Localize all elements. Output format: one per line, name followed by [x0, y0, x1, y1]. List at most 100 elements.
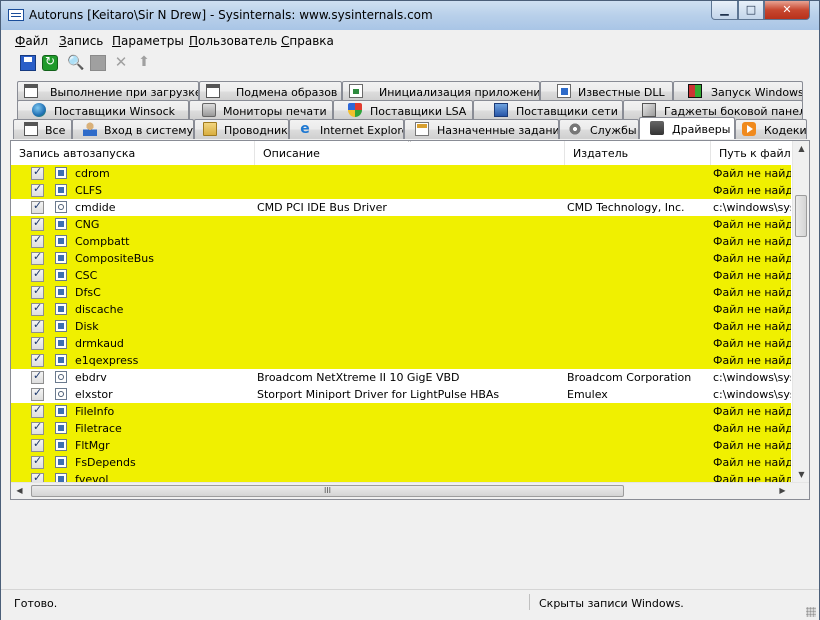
menu-user[interactable]: Пользователь [189, 34, 277, 48]
entry-name-cell: DfsC [75, 286, 101, 299]
table-row[interactable]: drmkaud Файл не найден [11, 335, 791, 352]
close-button[interactable]: ✕ [764, 1, 810, 20]
globe-icon [32, 103, 46, 117]
table-row[interactable]: Compbatt Файл не найден [11, 233, 791, 250]
menu-help[interactable]: Справка [281, 34, 334, 48]
enabled-checkbox[interactable] [31, 369, 44, 384]
tab-scheduled-tasks[interactable]: Назначенные задания [404, 119, 559, 139]
entry-name-cell: ebdrv [75, 371, 107, 384]
shield-icon [348, 103, 362, 117]
tab-winsock-providers[interactable]: Поставщики Winsock [17, 100, 189, 120]
tab-services[interactable]: Службы [559, 119, 639, 139]
table-row[interactable]: e1qexpress Файл не найден [11, 352, 791, 369]
tab-everything[interactable]: Все [13, 119, 72, 139]
window-title: Autoruns [Keitaro\Sir N Drew] - Sysinter… [29, 8, 433, 22]
tab-internet-explorer[interactable]: e Internet Explorer [289, 119, 404, 139]
column-header-entry[interactable]: Запись автозапуска [11, 141, 255, 165]
enabled-checkbox[interactable] [31, 199, 44, 214]
entry-name-cell: CSC [75, 269, 98, 282]
table-row[interactable]: cmdide CMD PCI IDE Bus Driver CMD Technolo… [11, 199, 791, 216]
horizontal-scroll-thumb[interactable]: III [31, 485, 624, 497]
enabled-checkbox[interactable] [31, 267, 44, 282]
driver-file-icon [55, 269, 67, 281]
enabled-checkbox[interactable] [31, 216, 44, 231]
publisher-cell: Emulex [567, 388, 608, 401]
tab-print-monitors[interactable]: Мониторы печати [189, 100, 333, 120]
menu-entry[interactable]: Запись [59, 34, 103, 48]
tab-codecs[interactable]: Кодеки [735, 119, 807, 139]
enabled-checkbox[interactable] [31, 335, 44, 350]
column-header-publisher[interactable]: Издатель [565, 141, 711, 165]
table-row[interactable]: CompositeBus Файл не найден [11, 250, 791, 267]
vertical-scroll-thumb[interactable] [795, 195, 807, 237]
enabled-checkbox[interactable] [31, 420, 44, 435]
maximize-button[interactable]: □ [738, 1, 764, 20]
enabled-checkbox[interactable] [31, 437, 44, 452]
vertical-scrollbar[interactable]: ▲ ▼ [792, 141, 809, 484]
path-cell: Файл не найден [713, 218, 791, 231]
scroll-up-button[interactable]: ▲ [794, 141, 809, 157]
scroll-down-button[interactable]: ▼ [794, 467, 809, 483]
enabled-checkbox[interactable] [31, 403, 44, 418]
table-row[interactable]: CLFS Файл не найден [11, 182, 791, 199]
properties-icon[interactable] [90, 55, 106, 71]
driver-file-icon [55, 388, 67, 400]
refresh-icon[interactable] [42, 54, 58, 71]
menu-options[interactable]: Параметры [112, 34, 184, 48]
table-row[interactable]: discache Файл не найден [11, 301, 791, 318]
table-row[interactable]: FileInfo Файл не найден [11, 403, 791, 420]
tab-explorer[interactable]: Проводник [194, 119, 289, 139]
enabled-checkbox[interactable] [31, 352, 44, 367]
resize-grip-icon[interactable] [806, 607, 816, 617]
title-bar[interactable]: Autoruns [Keitaro\Sir N Drew] - Sysinter… [1, 1, 819, 30]
table-row[interactable]: Disk Файл не найден [11, 318, 791, 335]
winlogon-icon [688, 84, 702, 98]
table-row[interactable]: ebdrv Broadcom NetXtreme II 10 GigE VBD Br… [11, 369, 791, 386]
jump-to-icon[interactable]: ⬆ [136, 55, 152, 71]
column-header-path[interactable]: Путь к файлу [711, 141, 791, 165]
enabled-checkbox[interactable] [31, 182, 44, 197]
table-row[interactable]: Filetrace Файл не найден [11, 420, 791, 437]
table-row[interactable]: DfsC Файл не найден [11, 284, 791, 301]
tab-winlogon[interactable]: Запуск Windows [673, 81, 803, 101]
tab-boot-execute[interactable]: Выполнение при загрузке [17, 81, 199, 101]
enabled-checkbox[interactable] [31, 318, 44, 333]
tab-drivers[interactable]: Драйверы [639, 117, 735, 139]
driver-file-icon [55, 252, 67, 264]
horizontal-scrollbar[interactable]: ◀ III ▶ [11, 482, 809, 499]
table-row[interactable]: CNG Файл не найден [11, 216, 791, 233]
scroll-left-button[interactable]: ◀ [12, 483, 27, 499]
entry-name-cell: drmkaud [75, 337, 124, 350]
table-row[interactable]: CSC Файл не найден [11, 267, 791, 284]
enabled-checkbox[interactable] [31, 284, 44, 299]
driver-file-icon [55, 303, 67, 315]
tab-image-hijacks[interactable]: Подмена образов [199, 81, 342, 101]
path-cell: c:\windows\system32 [713, 201, 791, 214]
minimize-button[interactable]: ▁ [711, 1, 738, 20]
enabled-checkbox[interactable] [31, 165, 44, 180]
menu-file[interactable]: Файл [15, 34, 48, 48]
find-icon[interactable]: 🔍 [67, 55, 84, 71]
tab-label: Известные DLL [578, 86, 665, 99]
tab-logon[interactable]: Вход в систему [72, 119, 194, 139]
tab-known-dlls[interactable]: Известные DLL [540, 81, 673, 101]
table-row[interactable]: elxstor Storport Miniport Driver for Ligh… [11, 386, 791, 403]
enabled-checkbox[interactable] [31, 233, 44, 248]
enabled-checkbox[interactable] [31, 386, 44, 401]
enabled-checkbox[interactable] [31, 301, 44, 316]
driver-file-icon [55, 167, 67, 179]
tab-appinit[interactable]: Инициализация приложений [342, 81, 540, 101]
table-row[interactable]: FltMgr Файл не найден [11, 437, 791, 454]
save-icon[interactable] [20, 55, 36, 71]
tab-network-providers[interactable]: Поставщики сети [473, 100, 623, 120]
tab-lsa-providers[interactable]: Поставщики LSA [333, 100, 473, 120]
delete-icon[interactable]: ✕ [113, 55, 129, 71]
publisher-cell: Broadcom Corporation [567, 371, 692, 384]
enabled-checkbox[interactable] [31, 250, 44, 265]
table-row[interactable]: cdrom Файл не найден [11, 165, 791, 182]
table-row[interactable]: FsDepends Файл не найден [11, 454, 791, 471]
scroll-right-button[interactable]: ▶ [775, 483, 790, 499]
column-header-description[interactable]: ⌃ Описание [255, 141, 565, 165]
tab-label: Кодеки [764, 124, 807, 137]
enabled-checkbox[interactable] [31, 454, 44, 469]
